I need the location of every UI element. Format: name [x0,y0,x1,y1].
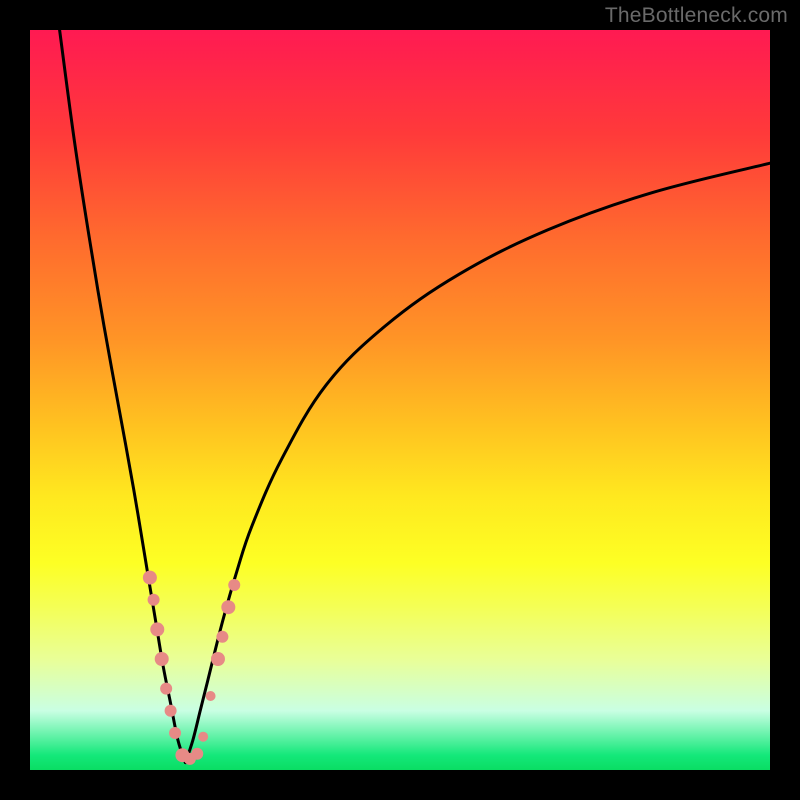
left-branch-path [60,30,186,763]
attribution-label: TheBottleneck.com [605,4,788,28]
marker-group [143,571,240,765]
data-marker [148,594,160,606]
data-marker [165,705,177,717]
data-marker [169,727,181,739]
data-marker [216,631,228,643]
right-branch-path [185,163,770,762]
data-marker [198,732,208,742]
data-marker [228,579,240,591]
data-marker [150,622,164,636]
data-marker [206,691,216,701]
curve-svg [30,30,770,770]
data-marker [143,571,157,585]
chart-frame: TheBottleneck.com [0,0,800,800]
data-marker [160,683,172,695]
data-marker [155,652,169,666]
data-marker [191,748,203,760]
data-marker [211,652,225,666]
data-marker [221,600,235,614]
plot-area [30,30,770,770]
